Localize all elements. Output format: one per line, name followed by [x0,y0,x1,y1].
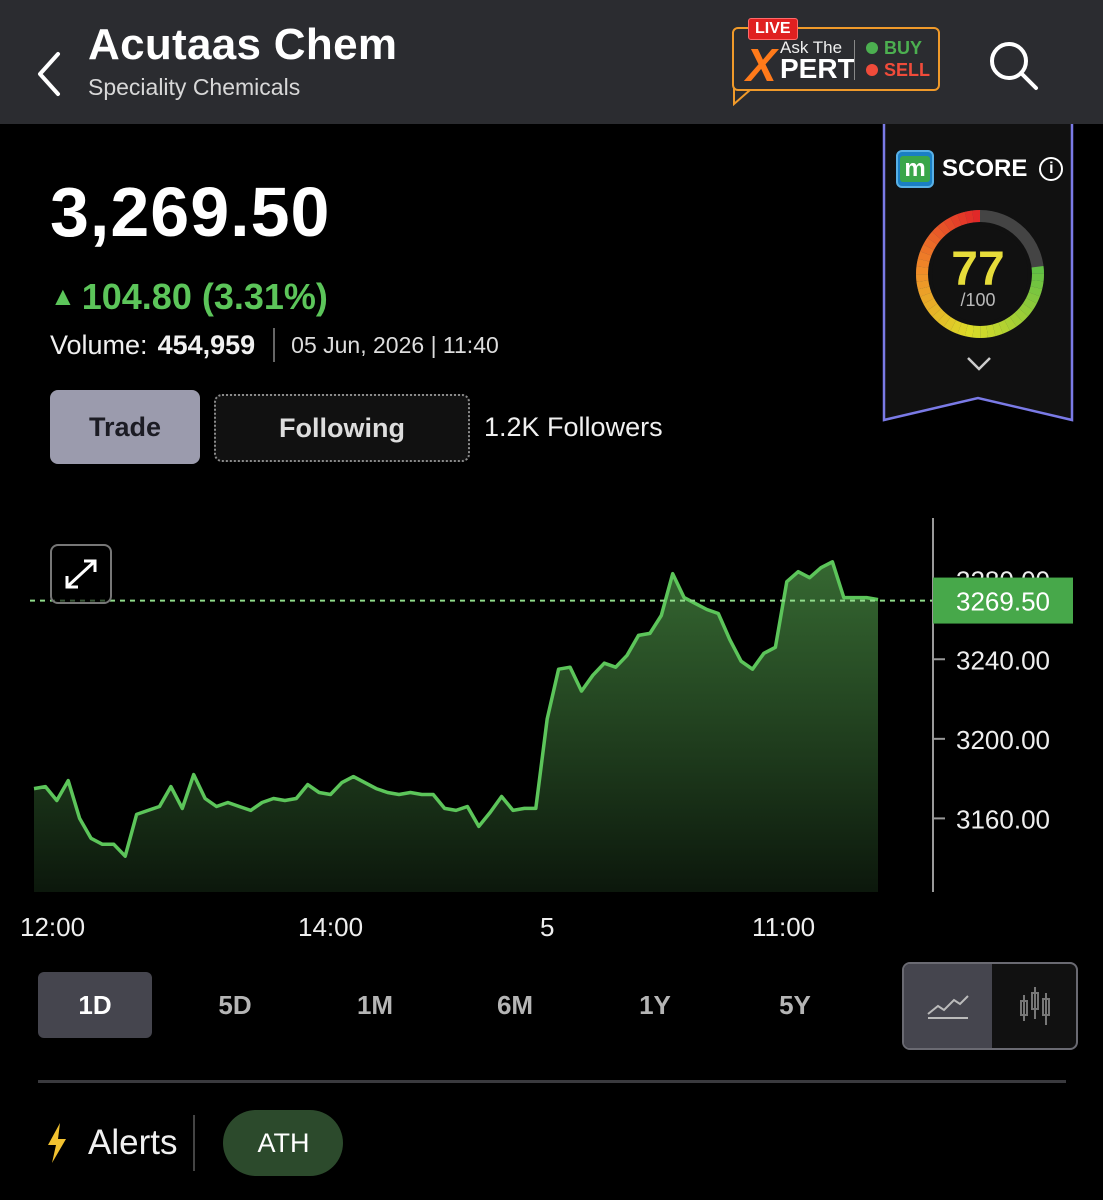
price-change-value: 104.80 (3.31%) [81,276,328,317]
y-axis: 3280.003240.003200.003160.003269.50 [932,518,1073,892]
line-chart-icon [927,995,969,1019]
sell-arrow-icon [866,64,878,76]
score-max: /100 [960,290,996,310]
xpert-separator [854,40,855,80]
x-tick-label: 11:00 [752,912,815,940]
app-header: Acutaas Chem Speciality Chemicals LIVE A… [0,0,1103,124]
x-tick-label: 5 [540,912,554,940]
price-chart[interactable]: 3280.003240.003200.003160.003269.50 12:0… [0,500,1103,940]
gauge-arc-segment [937,221,951,236]
gauge-arc-segment [932,226,946,240]
xpert-buy-label: BUY [884,38,923,58]
gauge-arc-segment [950,320,962,334]
gauge-arc-segment [1014,308,1029,322]
stock-name: Acutaas Chem [88,20,398,69]
gauge-arc-segment [1004,316,1017,331]
followers-count: 1.2K Followers [484,412,663,442]
lightning-icon [48,1123,66,1163]
back-arrow-icon[interactable] [30,44,70,104]
chart-plot [30,560,933,892]
price-area-fill [34,561,878,892]
chart-type-toggle [902,962,1078,1050]
expand-icon [65,559,97,589]
live-badge: LIVE [748,18,798,40]
stock-sector: Speciality Chemicals [88,74,301,100]
mscore-card[interactable]: m SCORE i 77 /100 [882,124,1074,428]
gauge-arc-segment [1009,312,1023,327]
volume-label: Volume: [50,329,148,360]
gauge-arc-segment [950,214,962,229]
chevron-down-icon[interactable] [966,356,992,372]
gauge-arc-segment [957,322,968,337]
xpert-sell: SELL [866,60,930,81]
volume-value: 454,959 [157,329,256,360]
y-tick-label: 3200.00 [956,725,1050,755]
gauge-arc-segment [943,217,956,232]
y-tick-label: 3160.00 [956,804,1050,834]
gauge-arc-segment [932,308,946,323]
range-tab-1m[interactable]: 1M [318,972,432,1038]
gauge-arc-segment [927,231,942,245]
range-tab-5d[interactable]: 5D [178,972,292,1038]
gauge-arc-segment [998,319,1010,334]
alerts-row: Alerts ATH [44,1110,344,1176]
gauge-arc-segment [957,211,968,226]
quote-datetime: 05 Jun, 2026 | 11:40 [291,331,499,358]
current-price-label: 3269.50 [956,587,1050,617]
gauge-arc-segment [964,210,974,224]
moneycontrol-logo-icon: m [896,150,934,188]
x-tick-label: 14:00 [298,912,363,940]
ath-alert-chip[interactable]: ATH [223,1110,344,1176]
x-axis: 12:00 14:00 5 11:00 [20,912,815,940]
line-chart-toggle[interactable] [904,964,992,1048]
section-divider [38,1080,1066,1083]
range-tab-5y[interactable]: 5Y [738,972,852,1038]
range-tab-6m[interactable]: 6M [458,972,572,1038]
gauge-arc-segment [937,312,951,327]
xpert-pert-text: PERT [780,53,855,84]
x-tick-label: 12:00 [20,912,85,940]
info-icon[interactable]: i [1039,157,1064,181]
xpert-buy: BUY [866,38,922,59]
xpert-x-letter: X [746,39,777,91]
alerts-separator [193,1115,196,1171]
up-triangle-icon: ▲ [50,281,76,311]
following-button[interactable]: Following [214,394,470,462]
price-change: ▲ 104.80 (3.31%) [50,276,328,318]
alerts-label: Alerts [88,1123,178,1162]
search-icon[interactable] [986,38,1040,92]
volume-row: Volume: 454,959 05 Jun, 2026 | 11:40 [50,328,499,362]
score-label: SCORE [942,155,1028,182]
y-tick-label: 3240.00 [956,645,1050,675]
gauge-arc-segment [943,316,957,331]
trade-button[interactable]: Trade [50,390,200,464]
gauge-arc-segment [992,322,1003,337]
buy-arrow-icon [866,42,878,54]
current-price: 3,269.50 [50,173,331,251]
gauge-arc-segment [986,324,996,338]
xpert-sell-label: SELL [884,60,931,80]
ask-the-xpert-banner[interactable]: LIVE Ask The X PERT BUY SELL [732,18,942,106]
candlestick-icon [1020,987,1050,1025]
range-tab-1d[interactable]: 1D [38,972,152,1038]
gauge-arc-segment [964,324,974,338]
candlestick-chart-toggle[interactable] [992,964,1076,1048]
expand-chart-button[interactable] [50,544,112,604]
volume-separator [273,328,276,362]
score-header: m SCORE i [896,150,1064,188]
range-tab-1y[interactable]: 1Y [598,972,712,1038]
score-value: 77 [951,243,1005,296]
